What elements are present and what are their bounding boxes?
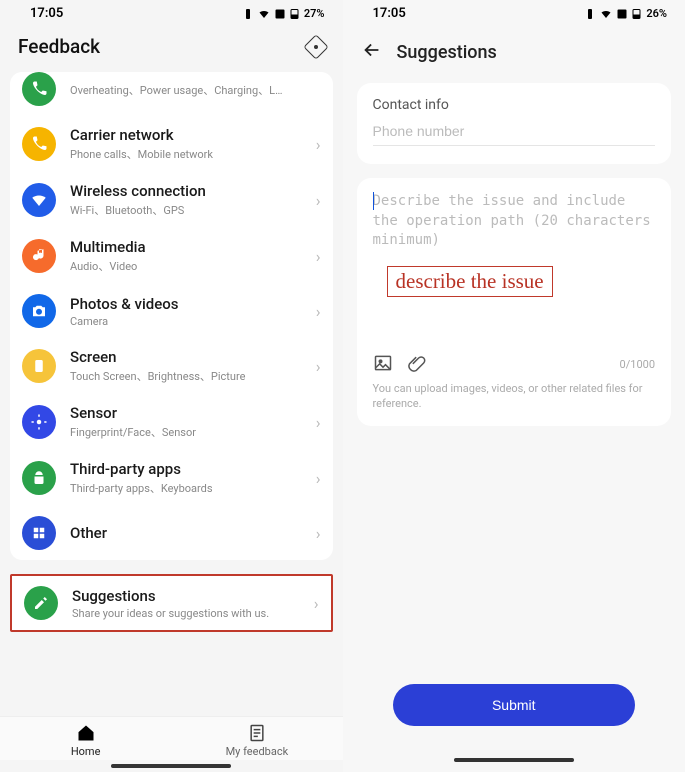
phone-heat-icon [22, 72, 56, 106]
chevron-right-icon: › [310, 302, 321, 321]
status-bar-right: 17:05 26% [343, 0, 685, 25]
contact-label: Contact info [373, 97, 656, 113]
item-sub: Third-party apps、Keyboards [70, 480, 310, 496]
bottom-nav: Home My feedback [0, 716, 343, 760]
describe-card: describe the issue 0/1000 You can upload… [357, 178, 672, 426]
list-item-photos[interactable]: Photos & videos Camera › [10, 284, 333, 338]
status-icons: 27% [242, 7, 325, 20]
image-attach-icon[interactable] [373, 353, 393, 376]
settings-icon[interactable] [307, 38, 325, 56]
item-sub: Camera [70, 315, 310, 328]
item-title: Suggestions [72, 587, 308, 605]
item-title: Carrier network [70, 126, 310, 144]
camera-icon [22, 294, 56, 328]
home-indicator [111, 764, 231, 768]
header-left: Feedback [0, 25, 343, 72]
item-title: Third-party apps [70, 460, 310, 478]
text-cursor [373, 192, 375, 210]
upload-note: You can upload images, videos, or other … [373, 382, 656, 412]
item-sub: Touch Screen、Brightness、Picture [70, 368, 310, 384]
chevron-right-icon: › [310, 247, 321, 266]
describe-input[interactable] [373, 192, 656, 252]
page-title: Feedback [18, 35, 100, 58]
list-item-other[interactable]: Other › [10, 506, 333, 560]
nav-label: Home [71, 745, 101, 758]
item-sub: Wi-Fi、Bluetooth、GPS [70, 202, 310, 218]
chevron-right-icon: › [310, 469, 321, 488]
item-sub: Audio、Video [70, 258, 310, 274]
list-item-wireless[interactable]: Wireless connection Wi-Fi、Bluetooth、GPS … [10, 172, 333, 228]
item-sub: Share your ideas or suggestions with us. [72, 607, 308, 620]
home-indicator [454, 758, 574, 762]
wifi-icon [22, 183, 56, 217]
chevron-right-icon: › [308, 594, 319, 613]
status-bar-left: 17:05 27% [0, 0, 343, 25]
file-attach-icon[interactable] [407, 353, 427, 376]
nav-my-feedback[interactable]: My feedback [171, 723, 342, 758]
list-item-thirdparty[interactable]: Third-party apps Third-party apps、Keyboa… [10, 450, 333, 506]
item-sub: Phone calls、Mobile network [70, 146, 310, 162]
android-icon [22, 461, 56, 495]
item-title: Other [70, 524, 310, 542]
describe-annotation: describe the issue [387, 266, 553, 297]
nav-label: My feedback [226, 745, 289, 758]
chevron-right-icon: › [310, 135, 321, 154]
sensor-icon [22, 405, 56, 439]
list-item-multimedia[interactable]: Multimedia Audio、Video › [10, 228, 333, 284]
grid-icon [22, 516, 56, 550]
item-sub: Overheating、Power usage、Charging、L… [70, 82, 321, 98]
item-sub: Fingerprint/Face、Sensor [70, 424, 310, 440]
back-icon[interactable] [361, 39, 383, 65]
item-title: Sensor [70, 404, 310, 422]
phone-icon [22, 127, 56, 161]
list-item-sensor[interactable]: Sensor Fingerprint/Face、Sensor › [10, 394, 333, 450]
status-icons: 26% [584, 7, 667, 20]
phone-input[interactable] [373, 121, 656, 146]
time: 17:05 [373, 6, 406, 21]
list-item-carrier[interactable]: Carrier network Phone calls、Mobile netwo… [10, 116, 333, 172]
chevron-right-icon: › [310, 191, 321, 210]
chevron-right-icon: › [310, 524, 321, 543]
header-right: Suggestions [343, 25, 685, 83]
submit-button[interactable]: Submit [393, 684, 636, 726]
screen-icon [22, 349, 56, 383]
edit-icon [24, 586, 58, 620]
contact-card: Contact info [357, 83, 672, 164]
nav-home[interactable]: Home [0, 723, 171, 758]
item-title: Wireless connection [70, 182, 310, 200]
music-icon [22, 239, 56, 273]
chevron-right-icon: › [310, 357, 321, 376]
list-item-cutoff[interactable]: Overheating、Power usage、Charging、L… [10, 72, 333, 116]
time: 17:05 [30, 6, 63, 21]
chevron-right-icon: › [310, 413, 321, 432]
char-counter: 0/1000 [620, 358, 655, 371]
page-title: Suggestions [397, 42, 497, 63]
item-title: Multimedia [70, 238, 310, 256]
item-title: Photos & videos [70, 295, 310, 313]
suggestions-row[interactable]: Suggestions Share your ideas or suggesti… [12, 576, 331, 630]
list-item-screen[interactable]: Screen Touch Screen、Brightness、Picture › [10, 338, 333, 394]
item-title: Screen [70, 348, 310, 366]
